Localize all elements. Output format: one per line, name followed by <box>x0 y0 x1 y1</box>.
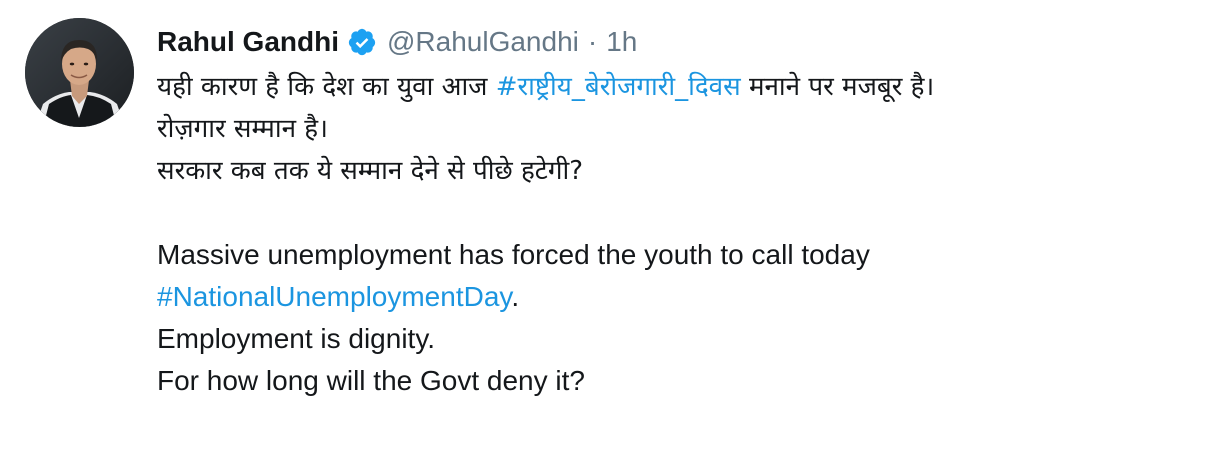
tweet-timestamp[interactable]: 1h <box>606 26 637 58</box>
hindi-text-before: यही कारण है कि देश का युवा आज <box>157 72 496 102</box>
author-handle[interactable]: @RahulGandhi <box>387 26 579 58</box>
tweet-header: Rahul Gandhi @RahulGandhi · 1h <box>157 22 637 62</box>
hindi-line-1: यही कारण है कि देश का युवा आज #राष्ट्रीय… <box>157 66 1217 108</box>
profile-photo <box>25 18 134 127</box>
english-line-2: #NationalUnemploymentDay. <box>157 276 1217 318</box>
tweet: Rahul Gandhi @RahulGandhi · 1h यही कारण … <box>0 0 1228 450</box>
author-display-name[interactable]: Rahul Gandhi <box>157 26 339 58</box>
english-line-3: Employment is dignity. <box>157 323 436 354</box>
hindi-line-2: रोज़गार सम्मान है। <box>157 114 328 144</box>
hindi-text-after: मनाने पर मजबूर है। <box>740 72 935 102</box>
english-line-1: Massive unemployment has forced the yout… <box>157 239 870 270</box>
hindi-line-3: सरकार कब तक ये सम्मान देने से पीछे हटेगी… <box>157 156 584 186</box>
hashtag-link-hindi[interactable]: #राष्ट्रीय_बेरोजगारी_दिवस <box>496 72 741 102</box>
hashtag-link-english[interactable]: #NationalUnemploymentDay <box>157 281 511 312</box>
tweet-text: यही कारण है कि देश का युवा आज #राष्ट्रीय… <box>157 66 1217 402</box>
english-period: . <box>511 281 520 312</box>
english-line-4: For how long will the Govt deny it? <box>157 365 585 396</box>
author-avatar[interactable] <box>25 18 134 127</box>
verified-badge-icon <box>347 27 377 57</box>
header-separator: · <box>587 26 598 57</box>
